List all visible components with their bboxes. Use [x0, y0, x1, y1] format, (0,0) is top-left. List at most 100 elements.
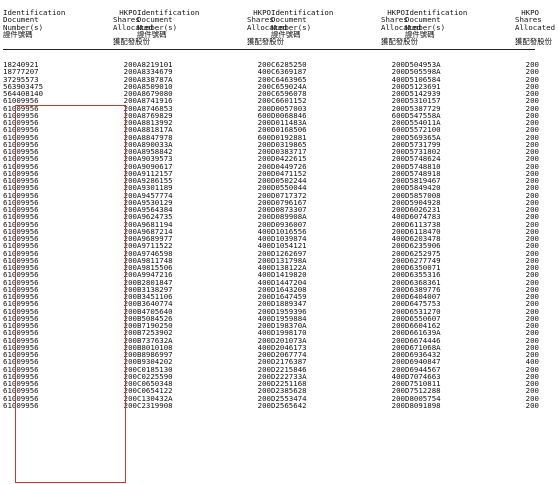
- id-number-cell: C6369187: [271, 68, 307, 76]
- shares-allocated-cell: 200: [391, 198, 405, 206]
- shares-allocated-cell: 200: [391, 387, 405, 395]
- id-number-cell: B8010108: [137, 343, 173, 351]
- id-number-cell: D0383717: [271, 148, 307, 156]
- id-number-cell: 61009956: [3, 111, 39, 119]
- id-number-cell: D1447204: [271, 278, 307, 286]
- shares-allocated-cell: 200: [257, 82, 271, 90]
- id-number-cell: D6604162: [405, 322, 441, 330]
- shares-allocated-cell: 600: [391, 111, 405, 119]
- id-number-cell: A9301189: [137, 184, 173, 192]
- id-number-cell: D5731802: [405, 148, 441, 156]
- id-number-cell: 61009956: [3, 285, 39, 293]
- shares-allocated-cell: 200: [525, 68, 539, 76]
- id-number-cell: B7253902: [137, 329, 173, 337]
- id-header-4: Identification Document Number(s) 證件號碼: [405, 8, 468, 39]
- shares-allocated-cell: 200: [391, 394, 405, 402]
- shares-allocated-cell: 200: [257, 126, 271, 134]
- shares-allocated-cell: 200: [391, 97, 405, 105]
- shares-allocated-cell: 200: [391, 351, 405, 359]
- shares-allocated-cell: 200: [525, 264, 539, 272]
- id-number-cell: D5748810: [405, 162, 441, 170]
- id-number-cell: D1643208: [271, 285, 307, 293]
- shares-allocated-cell: 200: [391, 104, 405, 112]
- id-number-cell: D1959884: [271, 314, 307, 322]
- id-number-cell: D6113738: [405, 220, 441, 228]
- id-number-cell: A9090617: [137, 162, 173, 170]
- shares-allocated-cell: 200: [391, 242, 405, 250]
- shares-allocated-cell: 200: [391, 184, 405, 192]
- id-number-cell: C6596078: [271, 90, 307, 98]
- id-number-cell: D6368361: [405, 278, 441, 286]
- shares-allocated-cell: 200: [391, 314, 405, 322]
- id-number-cell: D1419820: [271, 271, 307, 279]
- id-number-cell: D5731799: [405, 140, 441, 148]
- shares-allocated-cell: 200: [525, 148, 539, 156]
- id-number-cell: D2176387: [271, 358, 307, 366]
- shares-allocated-cell: 200: [257, 358, 271, 366]
- shares-allocated-cell: 200: [123, 177, 137, 185]
- id-number-cell: D2067774: [271, 351, 307, 359]
- id-number-cell: 61009956: [3, 358, 39, 366]
- id-number-cell: B2801847: [137, 278, 173, 286]
- shares-allocated-cell: 200: [123, 307, 137, 315]
- id-number-cell: D0168506: [271, 126, 307, 134]
- allocation-sheet: Identification Document Number(s) 證件號碼 HKPO…: [3, 8, 555, 409]
- id-number-cell: D6940847: [405, 358, 441, 366]
- id-number-cell: D1016556: [271, 227, 307, 235]
- id-number-cell: D2565642: [271, 401, 307, 409]
- shares-allocated-cell: 200: [257, 256, 271, 264]
- shares-allocated-cell: 200: [257, 220, 271, 228]
- id-number-cell: 563903475: [3, 82, 44, 90]
- shares-allocated-cell: 600: [391, 126, 405, 134]
- shares-allocated-cell: 200: [525, 401, 539, 409]
- id-number-cell: A9947216: [137, 271, 173, 279]
- id-number-cell: 61009956: [3, 249, 39, 257]
- id-number-cell: D6074783: [405, 213, 441, 221]
- shares-allocated-cell: 200: [525, 104, 539, 112]
- id-number-cell: 61009956: [3, 206, 39, 214]
- shares-allocated-cell: 200: [525, 307, 539, 315]
- id-number-cell: 61009956: [3, 184, 39, 192]
- id-number-cell: 61009956: [3, 394, 39, 402]
- id-number-cell: D5106584: [405, 75, 441, 83]
- shares-allocated-cell: 200: [525, 293, 539, 301]
- id-number-cell: D6550607: [405, 314, 441, 322]
- shares-allocated-cell: 200: [391, 191, 405, 199]
- shares-allocated-cell: 200: [391, 249, 405, 257]
- shares-allocated-cell: 200: [391, 256, 405, 264]
- shares-allocated-cell: 200: [525, 198, 539, 206]
- shares-allocated-cell: 200: [257, 155, 271, 163]
- shares-allocated-cell: 200: [391, 133, 405, 141]
- shares-allocated-cell: 200: [257, 104, 271, 112]
- shares-allocated-cell: 200: [391, 293, 405, 301]
- id-number-cell: D7510811: [405, 380, 441, 388]
- id-number-cell: B8986997: [137, 351, 173, 359]
- shares-allocated-cell: 200: [391, 227, 405, 235]
- shares-allocated-cell: 200: [123, 191, 137, 199]
- id-number-cell: D0550044: [271, 184, 307, 192]
- shares-allocated-cell: 200: [123, 82, 137, 90]
- shares-allocated-cell: 200: [257, 300, 271, 308]
- id-number-cell: 61009956: [3, 343, 39, 351]
- shares-header-1: HKPO Shares Allocated 獲配發股份: [113, 8, 154, 46]
- id-number-cell: 61009956: [3, 372, 39, 380]
- id-number-cell: D0068846: [271, 111, 307, 119]
- shares-allocated-cell: 200: [257, 206, 271, 214]
- shares-allocated-cell: 200: [525, 90, 539, 98]
- id-number-cell: D5123691: [405, 82, 441, 90]
- id-number-cell: D0873307: [271, 206, 307, 214]
- shares-allocated-cell: 200: [391, 358, 405, 366]
- id-number-cell: 61009956: [3, 401, 39, 409]
- allocation-rows: 18240921 200 A8219101 200 C6285250 200 D504953…: [3, 61, 539, 409]
- shares-allocated-cell: 200: [525, 365, 539, 373]
- shares-allocated-cell: 200: [525, 191, 539, 199]
- id-number-cell: D6203478: [405, 235, 441, 243]
- shares-allocated-cell: 200: [525, 387, 539, 395]
- shares-allocated-cell: 200: [123, 300, 137, 308]
- shares-allocated-cell: 200: [257, 90, 271, 98]
- shares-allocated-cell: 200: [391, 264, 405, 272]
- id-number-cell: D5904928: [405, 198, 441, 206]
- id-number-cell: D222733A: [271, 372, 307, 380]
- id-number-cell: 61009956: [3, 351, 39, 359]
- shares-allocated-cell: 400: [391, 75, 405, 83]
